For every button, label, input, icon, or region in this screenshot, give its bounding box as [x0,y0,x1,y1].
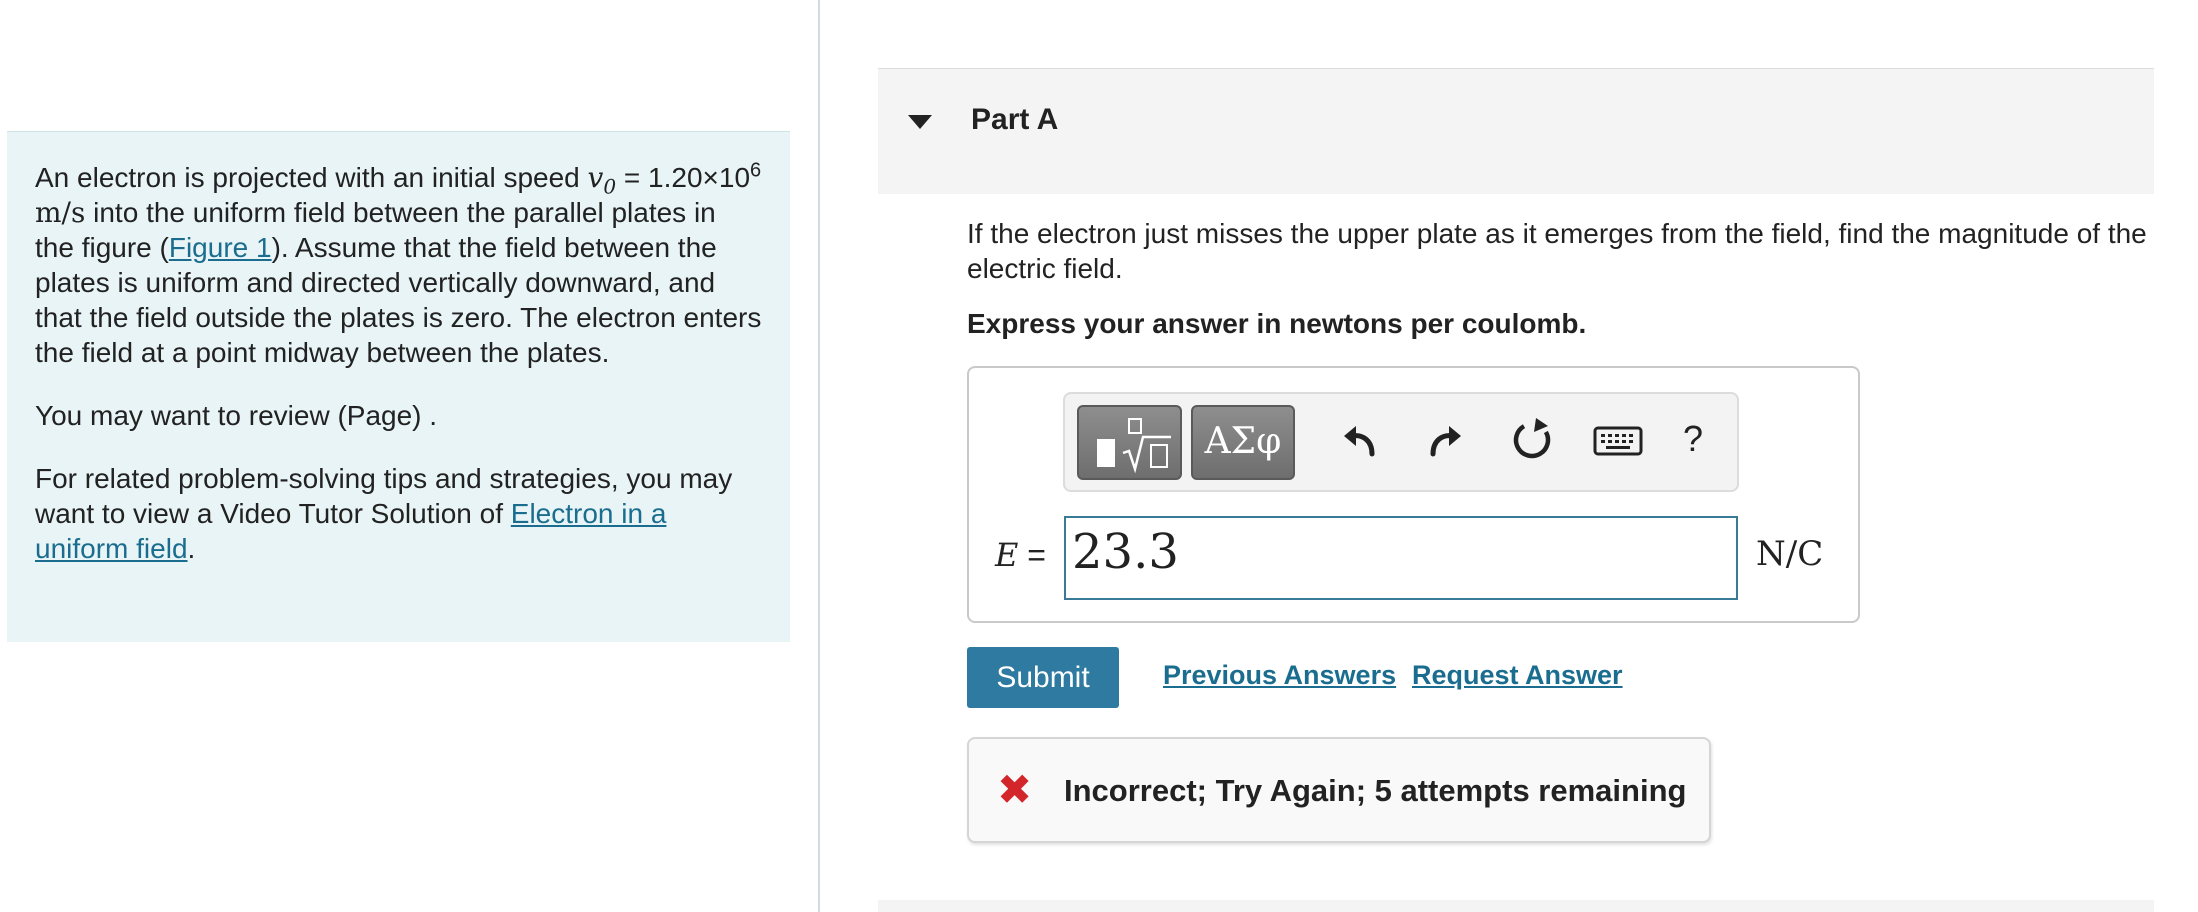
question-text: If the electron just misses the upper pl… [967,218,2147,284]
reset-icon[interactable] [1510,416,1554,464]
keyboard-icon[interactable] [1593,424,1643,458]
pane-divider[interactable] [818,0,820,912]
part-title: Part A [971,103,1059,136]
collapse-caret-icon[interactable] [908,115,932,129]
undo-icon[interactable] [1340,418,1380,462]
answer-box: ΑΣφ ? E = 23.3 N/C [967,366,1860,623]
tips-text: For related problem-solving tips and str… [35,463,733,564]
speed-unit: m/s [35,196,86,229]
v0-symbol: v0 [587,161,617,199]
next-part-header-edge [878,900,2154,912]
part-a-header[interactable]: Part A [878,68,2154,194]
problem-statement-panel: An electron is projected with an initial… [7,131,790,642]
help-button[interactable]: ? [1683,418,1703,460]
request-answer-link[interactable]: Request Answer [1412,660,1623,691]
redo-icon[interactable] [1425,418,1465,462]
figure-1-link[interactable]: Figure 1 [169,232,272,263]
problem-text: An electron is projected with an initial… [35,159,762,368]
template-block-icon [1097,439,1115,467]
answer-units: N/C [1756,534,1824,574]
feedback-message-box: ✖ Incorrect; Try Again; 5 attempts remai… [967,737,1711,843]
square-root-template-icon [1122,418,1171,473]
feedback-text: Incorrect; Try Again; 5 attempts remaini… [1064,773,1687,808]
templates-button[interactable] [1077,405,1182,480]
problem-intro: An electron is projected with an initial… [35,162,588,193]
answer-input[interactable]: 23.3 [1064,516,1738,600]
answer-variable-label: E = [995,536,1046,574]
speed-value: 1.20×106 [648,159,762,193]
review-text: You may want to review (Page) . [35,400,438,431]
answer-instruction: Express your answer in newtons per coulo… [967,308,1587,339]
greek-symbols-button[interactable]: ΑΣφ [1191,405,1295,480]
x-icon: ✖ [997,766,1033,813]
submit-button[interactable]: Submit [967,647,1119,708]
previous-answers-link[interactable]: Previous Answers [1163,660,1396,691]
math-toolbar: ΑΣφ ? [1063,392,1739,492]
